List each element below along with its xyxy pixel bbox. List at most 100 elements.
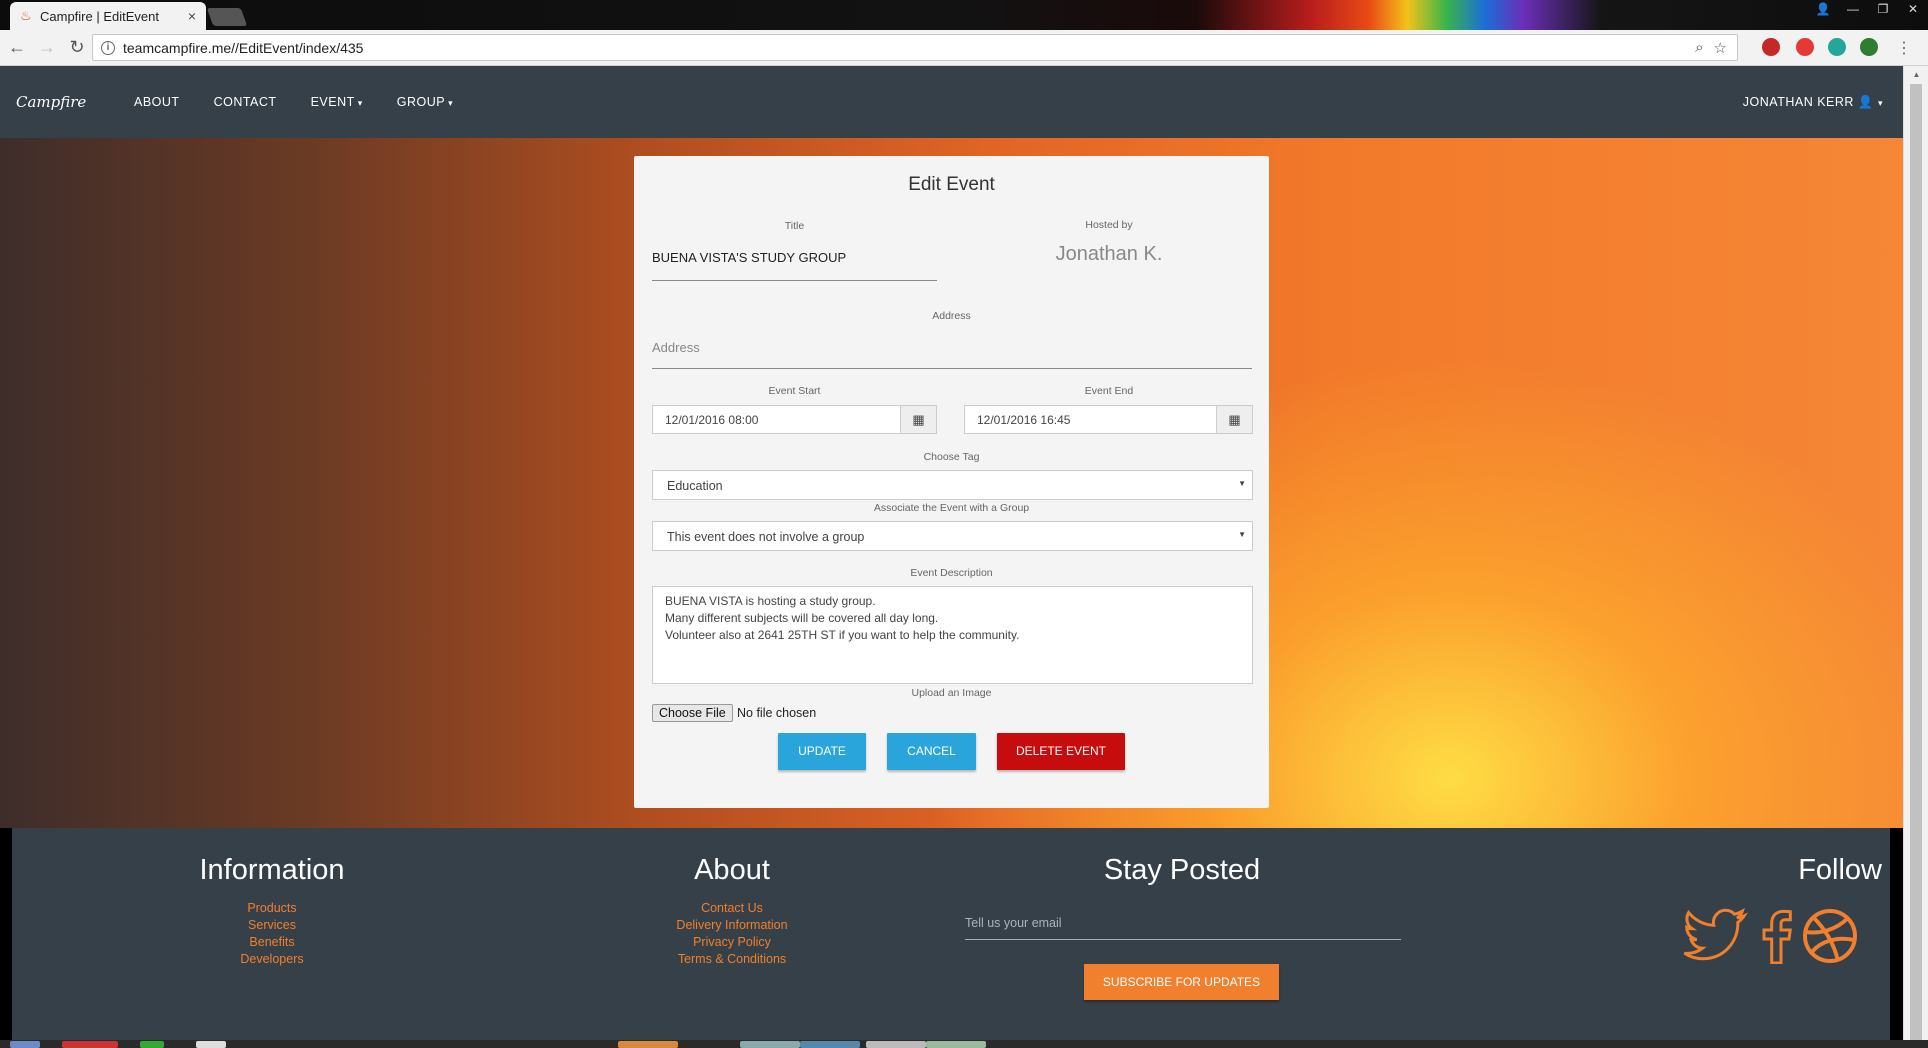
user-name: JONATHAN KERR (1742, 94, 1854, 109)
card-heading: Edit Event (908, 174, 995, 195)
address-underline (652, 368, 1252, 369)
campfire-favicon-icon: ♨ (20, 8, 32, 23)
facebook-icon[interactable] (1759, 908, 1793, 964)
browser-menu-icon[interactable]: ⋮ (1896, 38, 1912, 58)
footer-information-heading: Information (199, 854, 345, 886)
tag-select[interactable]: Education ▼ (652, 470, 1253, 500)
caret-down-icon: ▾ (357, 98, 363, 108)
taskbar-item[interactable] (800, 1041, 860, 1048)
description-label: Event Description (910, 567, 993, 579)
footer-link-delivery-information[interactable]: Delivery Information (582, 917, 882, 934)
footer-link-terms[interactable]: Terms & Conditions (582, 951, 882, 968)
address-label: Address (932, 310, 971, 322)
calendar-icon[interactable]: ▦ (900, 406, 936, 433)
user-menu[interactable]: JONATHAN KERR 👤 ▾ (1743, 95, 1883, 110)
nav-group-label: GROUP (396, 95, 446, 109)
footer-about-links: Contact Us Delivery Information Privacy … (582, 900, 882, 968)
title-underline (652, 280, 937, 281)
event-end-value[interactable]: 12/01/2016 16:45 (965, 406, 1216, 433)
event-start-label: Event Start (768, 385, 821, 397)
os-taskbar (0, 1040, 1928, 1048)
taskbar-item[interactable] (196, 1041, 226, 1048)
taskbar-item[interactable] (10, 1041, 40, 1048)
taskbar-item[interactable] (62, 1041, 118, 1048)
site-info-icon[interactable]: i (101, 40, 115, 55)
footer-link-services[interactable]: Services (122, 917, 422, 934)
event-start-picker[interactable]: 12/01/2016 08:00 ▦ (652, 405, 937, 434)
description-textarea[interactable]: BUENA VISTA is hosting a study group. Ma… (652, 586, 1253, 684)
nav-event-label: EVENT (310, 95, 355, 109)
choose-file-button[interactable]: Choose File (652, 704, 733, 722)
footer-link-contact-us[interactable]: Contact Us (582, 900, 882, 917)
dropdown-arrow-icon: ▼ (1238, 479, 1246, 488)
calendar-icon[interactable]: ▦ (1216, 406, 1252, 433)
back-arrow-icon[interactable]: ← (4, 37, 30, 58)
event-start-value[interactable]: 12/01/2016 08:00 (653, 406, 900, 433)
footer-link-privacy-policy[interactable]: Privacy Policy (582, 934, 882, 951)
user-icon: 👤 (1857, 94, 1874, 109)
forward-arrow-icon[interactable]: → (34, 37, 60, 58)
page-scrollbar[interactable]: ▲ (1903, 66, 1928, 1048)
browser-titlebar: ♨ Campfire | EditEvent × 👤 — ❐ ✕ (0, 0, 1928, 30)
description-line: BUENA VISTA is hosting a study group. (665, 594, 876, 608)
taskbar-item[interactable] (140, 1041, 164, 1048)
dribbble-icon[interactable] (1802, 908, 1858, 964)
browser-tab[interactable]: ♨ Campfire | EditEvent × (10, 2, 206, 30)
minimize-icon[interactable]: — (1838, 0, 1868, 20)
ublock-extension-icon[interactable] (1762, 38, 1780, 56)
title-input[interactable]: BUENA VISTA'S STUDY GROUP (652, 250, 846, 265)
choose-tag-label: Choose Tag (923, 451, 980, 463)
taskbar-item[interactable] (926, 1041, 986, 1048)
campfire-logo[interactable]: Campfire (16, 93, 102, 111)
host-name: Jonathan K. (1055, 243, 1163, 265)
profile-icon[interactable]: 👤 (1808, 0, 1838, 20)
reload-icon[interactable]: ↻ (64, 37, 90, 58)
cancel-button[interactable]: CANCEL (887, 733, 976, 770)
play-extension-icon[interactable] (1828, 38, 1846, 56)
edit-event-card: Edit Event Title BUENA VISTA'S STUDY GRO… (634, 156, 1269, 808)
footer: Information Products Services Benefits D… (12, 828, 1890, 1040)
site-navbar: Campfire ABOUT CONTACT EVENT ▾ GROUP ▾ JON… (0, 66, 1903, 138)
group-select[interactable]: This event does not involve a group ▼ (652, 521, 1253, 551)
new-extension-icon[interactable] (1860, 38, 1878, 56)
nav-contact[interactable]: CONTACT (214, 95, 277, 109)
footer-link-benefits[interactable]: Benefits (122, 934, 422, 951)
delete-event-button[interactable]: DELETE EVENT (997, 733, 1125, 770)
url-text: teamcampfire.me//EditEvent/index/435 (123, 39, 364, 56)
update-button[interactable]: UPDATE (778, 733, 866, 770)
restore-icon[interactable]: ❐ (1868, 0, 1898, 20)
caret-down-icon: ▾ (1877, 97, 1883, 108)
scrollbar-thumb[interactable] (1910, 84, 1922, 1048)
nav-about[interactable]: ABOUT (134, 95, 180, 109)
group-select-value: This event does not involve a group (667, 530, 865, 544)
twitter-icon[interactable] (1682, 908, 1748, 964)
nav-event[interactable]: EVENT ▾ (311, 95, 363, 109)
footer-follow-heading: Follow (1798, 854, 1882, 886)
footer-link-products[interactable]: Products (122, 900, 422, 917)
tag-select-value: Education (667, 479, 723, 493)
record-extension-icon[interactable] (1796, 38, 1814, 56)
footer-information-links: Products Services Benefits Developers (122, 900, 422, 968)
dropdown-arrow-icon: ▼ (1238, 530, 1246, 539)
upload-image-label: Upload an Image (911, 687, 992, 699)
taskbar-item[interactable] (866, 1041, 926, 1048)
footer-link-developers[interactable]: Developers (122, 951, 422, 968)
bookmark-star-icon[interactable]: ☆ (1714, 39, 1727, 57)
taskbar-item[interactable] (618, 1041, 678, 1048)
browser-toolbar: ← → ↻ i teamcampfire.me//EditEvent/index… (0, 30, 1928, 66)
tab-close-icon[interactable]: × (188, 8, 196, 24)
scroll-up-arrow-icon[interactable]: ▲ (1904, 70, 1928, 79)
event-end-picker[interactable]: 12/01/2016 16:45 ▦ (964, 405, 1253, 434)
taskbar-item[interactable] (740, 1041, 800, 1048)
address-bar[interactable]: i teamcampfire.me//EditEvent/index/435 ⌕… (92, 34, 1738, 61)
subscribe-button[interactable]: SUBSCRIBE FOR UPDATES (1084, 964, 1279, 1000)
address-input[interactable]: Address (652, 340, 700, 355)
tab-title: Campfire | EditEvent (40, 8, 159, 24)
nav-group[interactable]: GROUP ▾ (397, 95, 453, 109)
hosted-by-label: Hosted by (1085, 219, 1133, 231)
title-label: Title (784, 220, 805, 232)
newsletter-email-input[interactable]: Tell us your email (965, 910, 1401, 940)
close-window-icon[interactable]: ✕ (1898, 0, 1928, 20)
new-tab-button[interactable] (206, 8, 248, 26)
zoom-icon[interactable]: ⌕ (1695, 39, 1703, 56)
